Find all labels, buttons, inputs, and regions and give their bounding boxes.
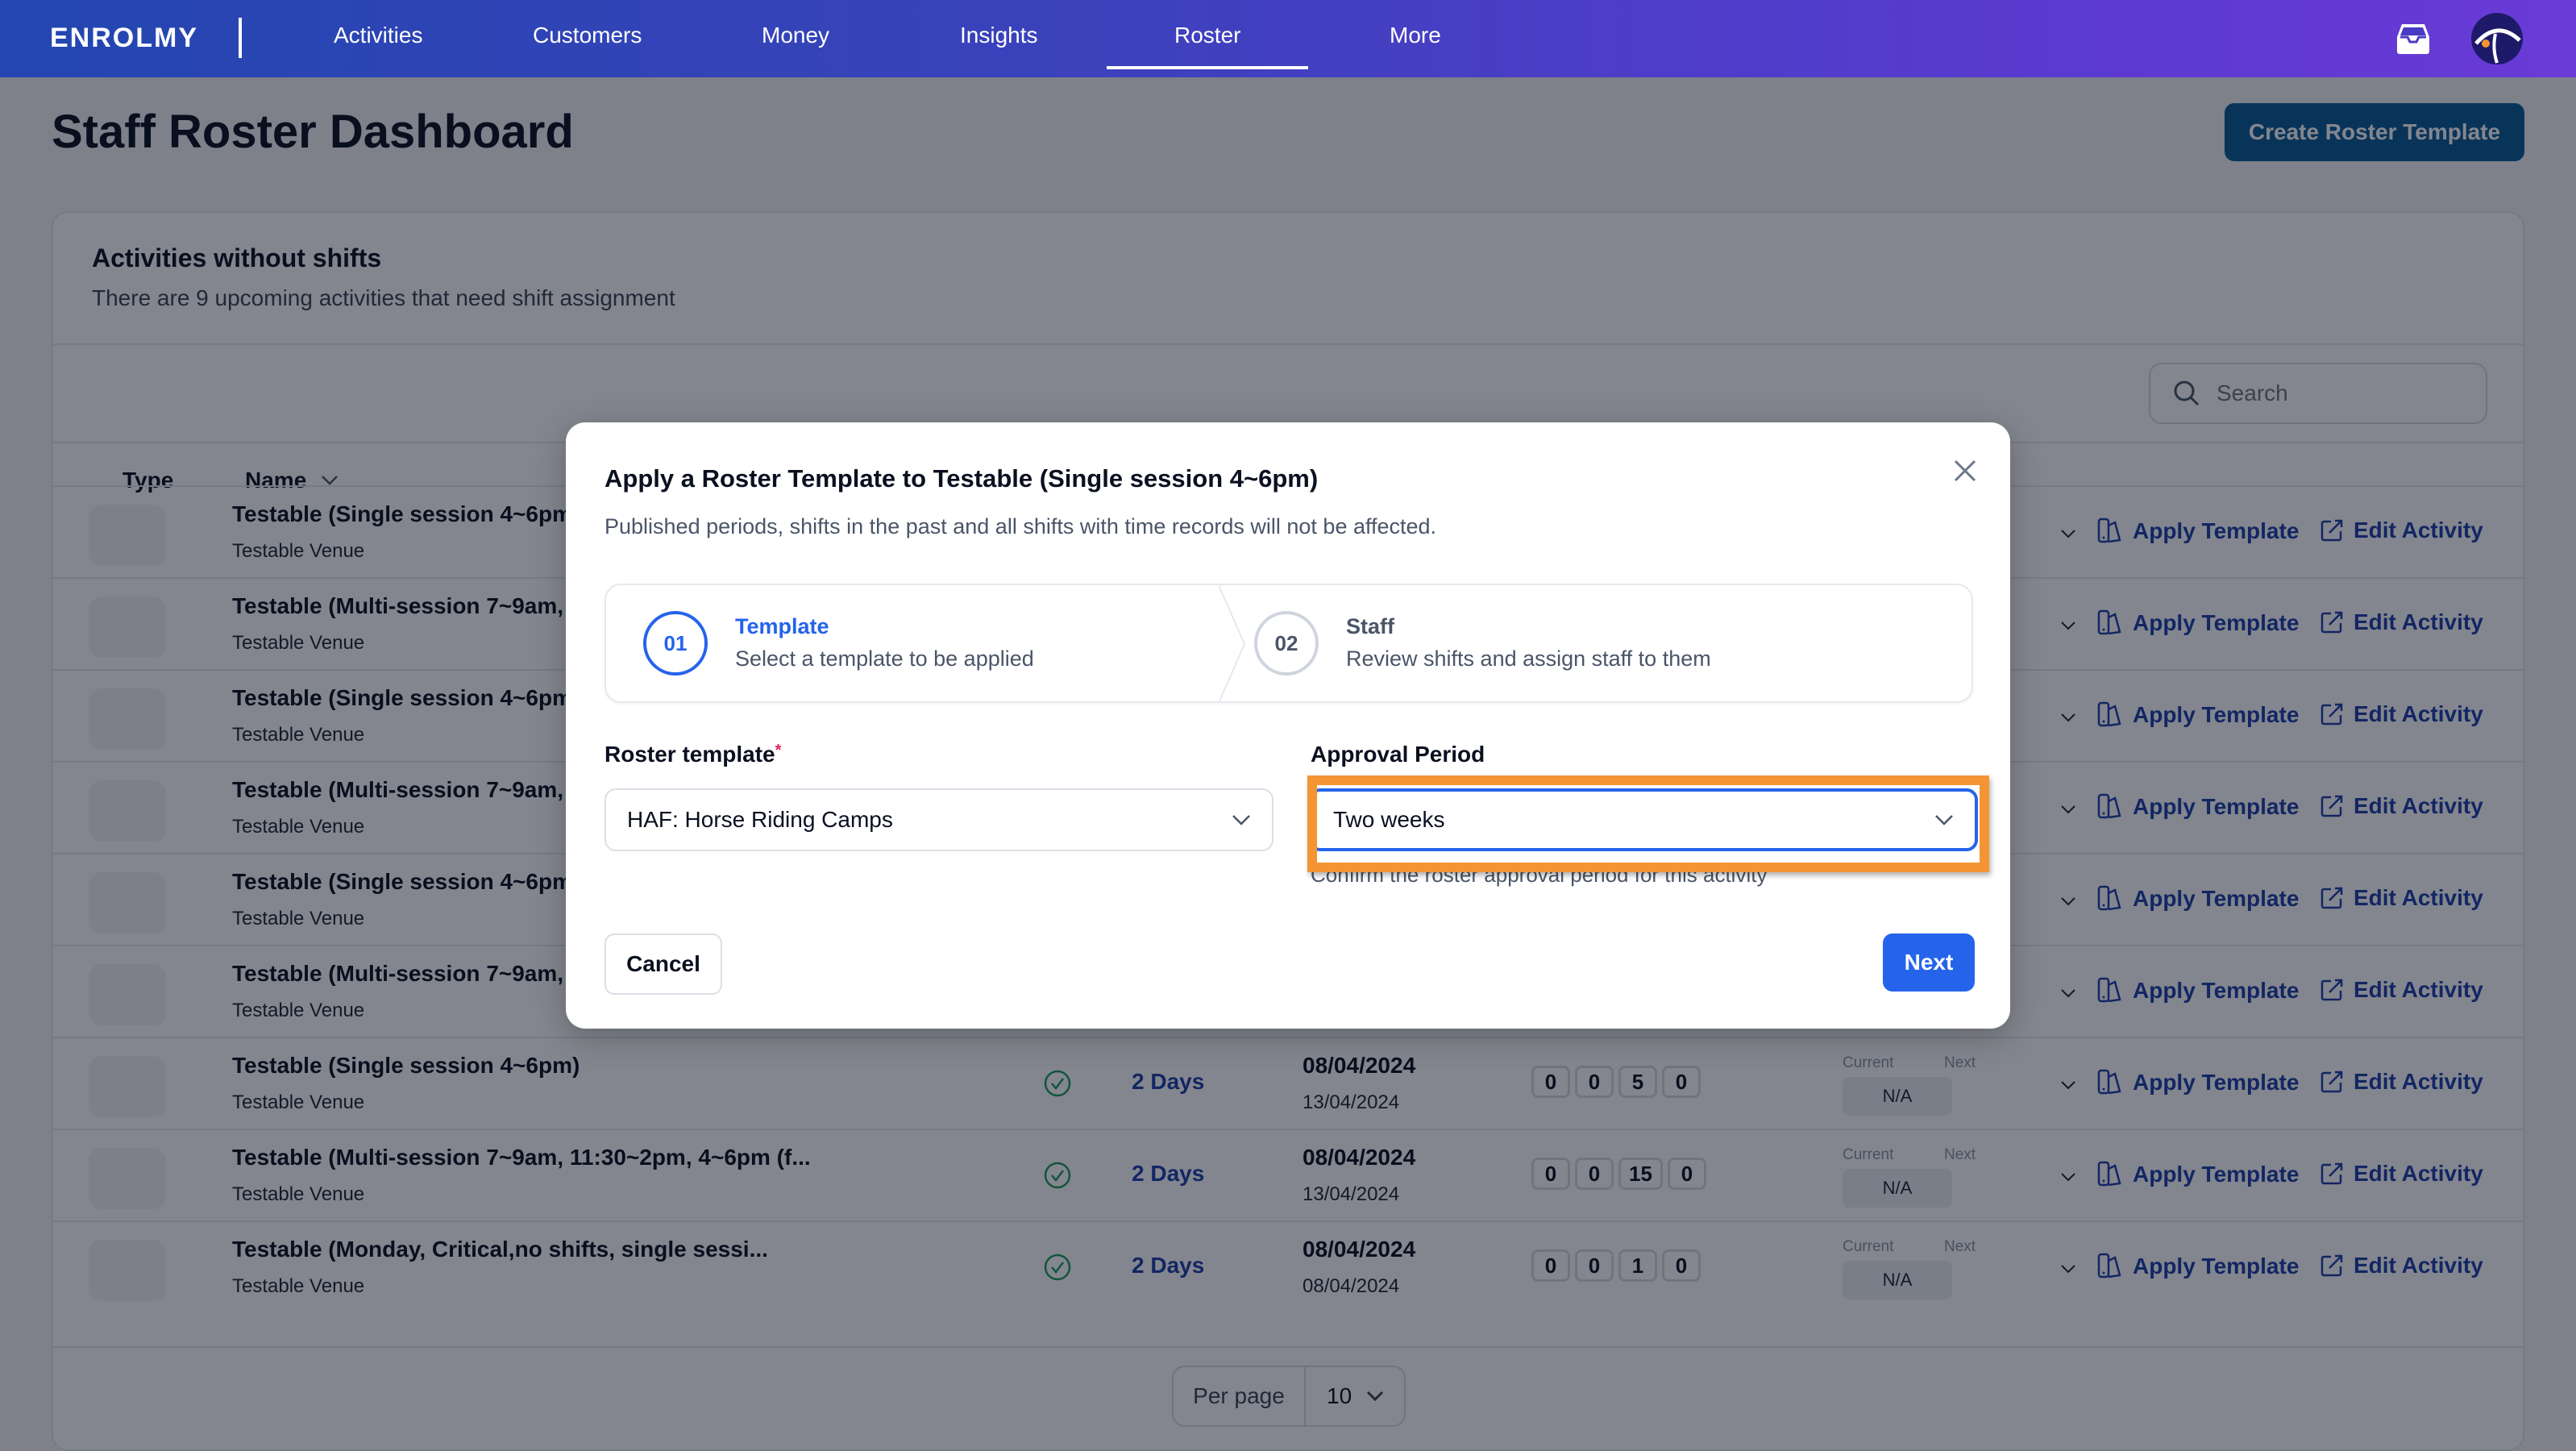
required-marker: * (775, 742, 782, 759)
next-button[interactable]: Next (1883, 933, 1975, 992)
chevron-down-icon (1935, 815, 1953, 825)
org-avatar[interactable] (2471, 13, 2523, 64)
cancel-button[interactable]: Cancel (605, 933, 722, 995)
step-title: Staff (1346, 614, 1394, 638)
step-template[interactable]: 01 Template Select a template to be appl… (606, 585, 1219, 701)
approval-period-value: Two weeks (1333, 807, 1445, 832)
nav-insights[interactable]: Insights (960, 23, 1038, 55)
close-icon[interactable] (1949, 455, 1981, 487)
nav-activities[interactable]: Activities (334, 23, 422, 55)
inbox-icon[interactable] (2395, 23, 2431, 55)
nav-more[interactable]: More (1390, 23, 1441, 55)
logo-divider (239, 18, 242, 58)
nav-roster[interactable]: Roster (1106, 23, 1310, 69)
step-number: 02 (1254, 611, 1319, 676)
step-separator (1219, 585, 1246, 703)
approval-period-label: Approval Period (1311, 742, 1485, 767)
step-title: Template (735, 614, 829, 638)
approval-period-select[interactable]: Two weeks (1309, 788, 1978, 851)
avatar-logo-icon (2474, 28, 2521, 64)
apply-roster-template-modal: Apply a Roster Template to Testable (Sin… (566, 422, 2010, 1029)
approval-period-helper: Confirm the roster approval period for t… (1311, 863, 1768, 887)
modal-subtitle: Published periods, shifts in the past an… (605, 514, 1437, 538)
step-staff[interactable]: 02 Staff Review shifts and assign staff … (1251, 585, 1960, 701)
roster-template-value: HAF: Horse Riding Camps (627, 807, 893, 832)
roster-template-label: Roster template* (605, 742, 781, 767)
modal-title: Apply a Roster Template to Testable (Sin… (605, 464, 1319, 493)
roster-template-select[interactable]: HAF: Horse Riding Camps (605, 788, 1273, 851)
enrolmy-logo[interactable]: ENROLMY (50, 23, 198, 54)
nav-customers[interactable]: Customers (533, 23, 642, 55)
chevron-down-icon (1232, 815, 1250, 825)
roster-template-label-text: Roster template (605, 742, 775, 767)
step-description: Review shifts and assign staff to them (1346, 647, 1711, 671)
top-nav: ENROLMY Activities Customers Money Insig… (0, 0, 2576, 77)
nav-money[interactable]: Money (762, 23, 829, 55)
stepper: 01 Template Select a template to be appl… (605, 584, 1973, 703)
step-number: 01 (643, 611, 708, 676)
step-description: Select a template to be applied (735, 647, 1034, 671)
